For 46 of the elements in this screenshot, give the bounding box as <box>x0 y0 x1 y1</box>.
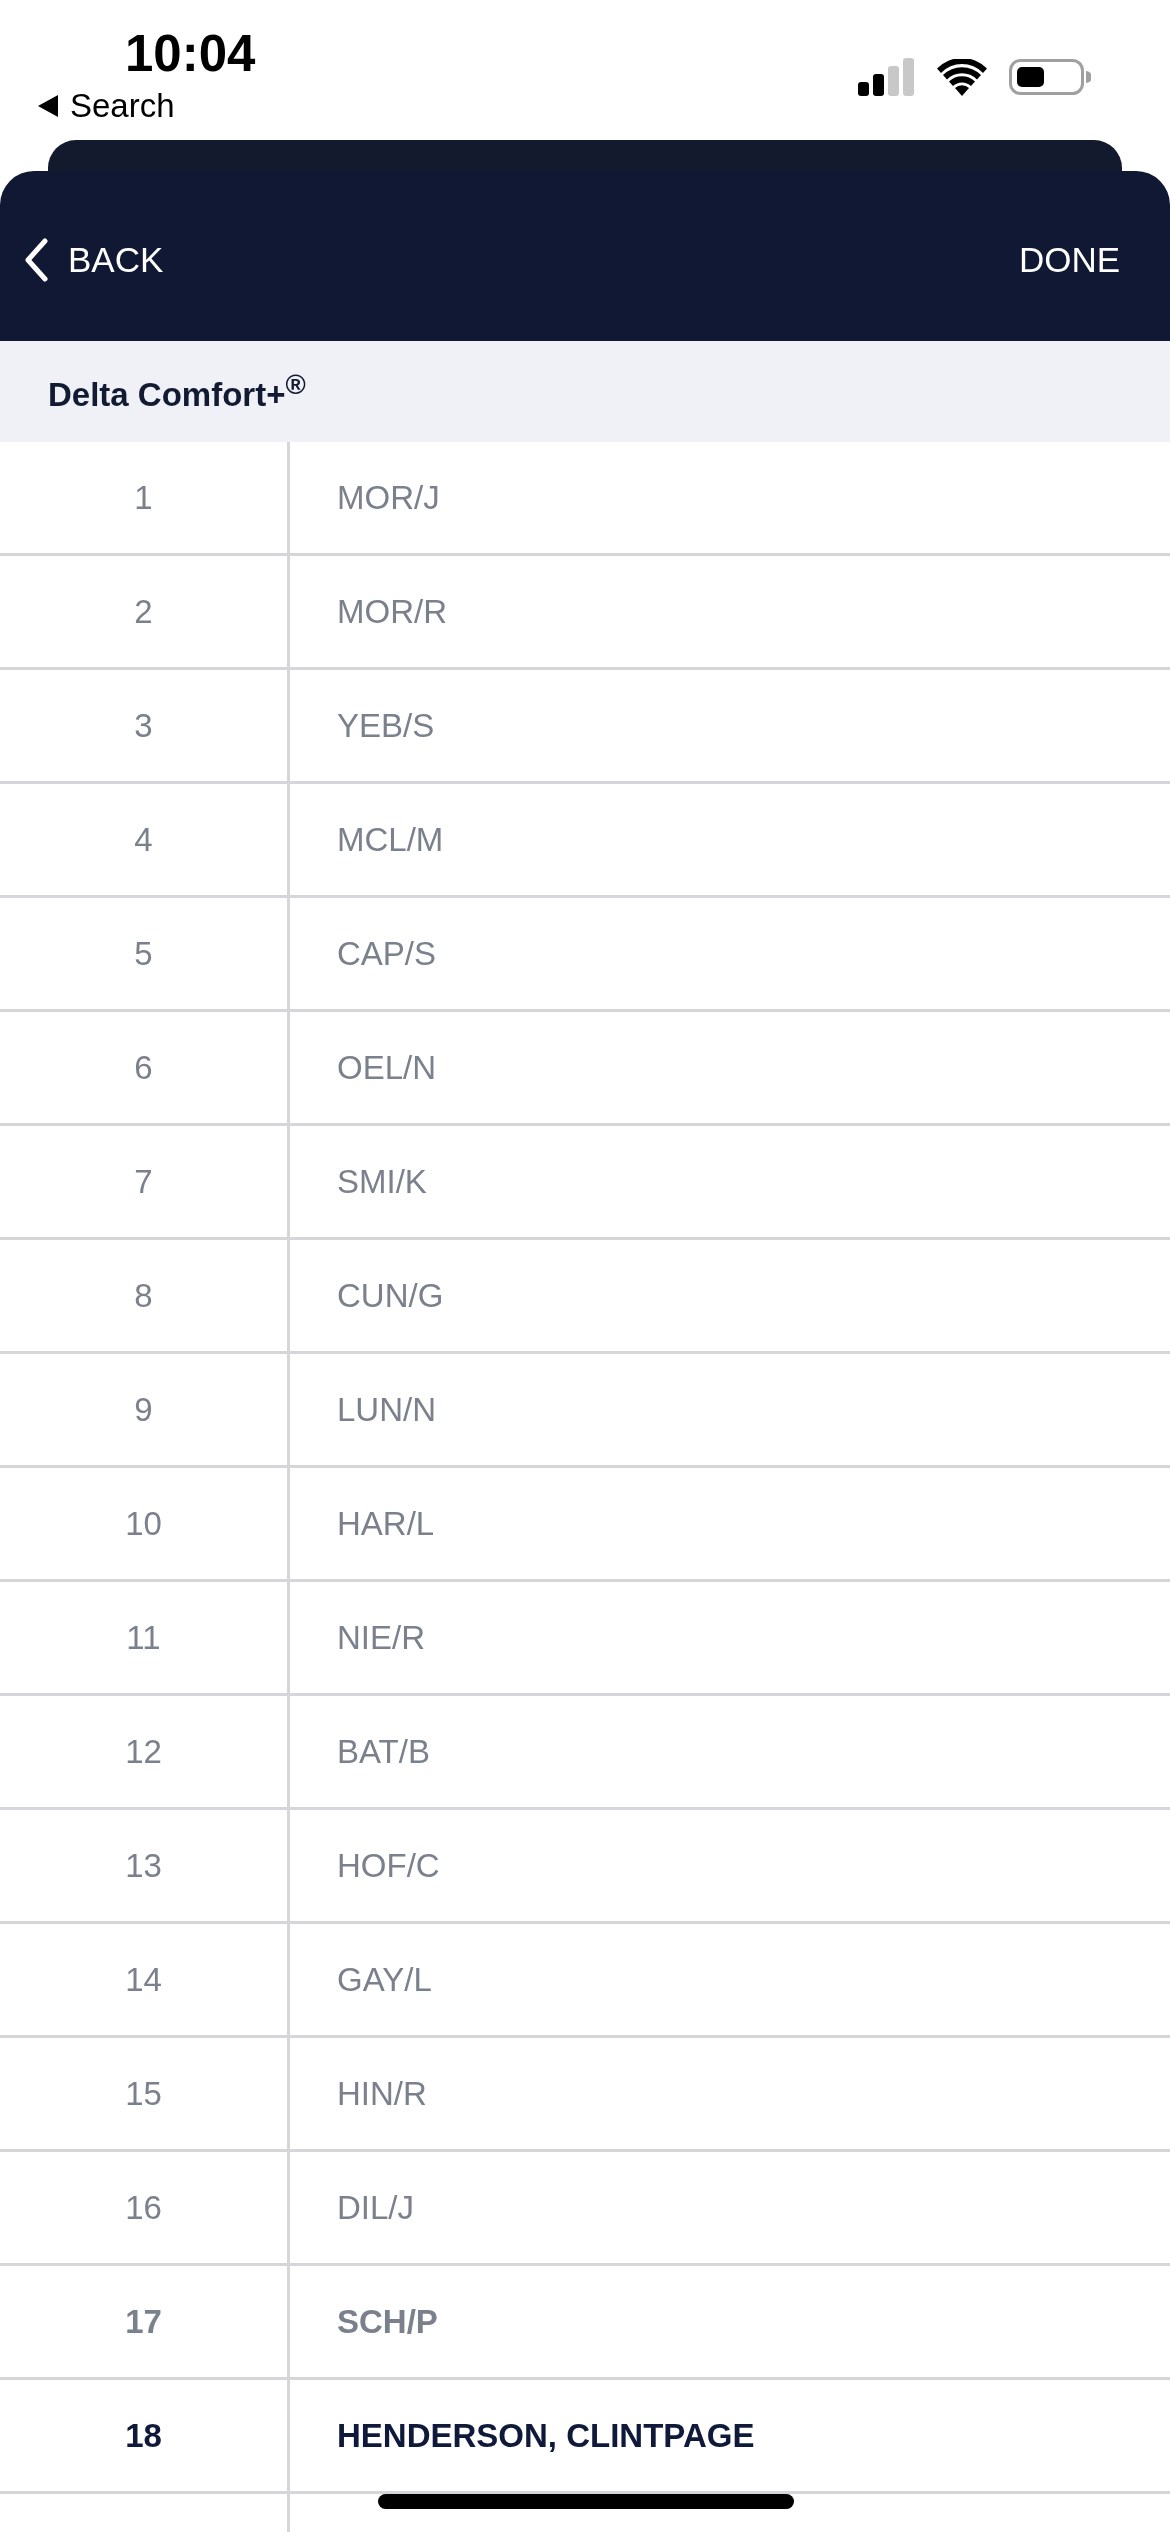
position-number: 12 <box>0 1696 290 1807</box>
passenger-name: HOF/C <box>336 1845 440 1886</box>
passenger-name: YEB/S <box>336 705 435 746</box>
position-number: 8 <box>0 1240 290 1351</box>
battery-icon <box>1009 59 1091 95</box>
status-time: 10:04 <box>125 24 256 84</box>
signal-icon <box>858 58 915 96</box>
position-number: 1 <box>0 442 290 553</box>
position-number: 16 <box>0 2152 290 2263</box>
position-number: 2 <box>0 556 290 667</box>
passenger-name: SCH/P <box>336 2301 438 2342</box>
passenger-name: MOR/R <box>336 591 447 632</box>
position-number: 5 <box>0 898 290 1009</box>
passenger-name: CUN/G <box>336 1275 444 1316</box>
position-number: 15 <box>0 2038 290 2149</box>
position-number: 3 <box>0 670 290 781</box>
passenger-name: NIE/R <box>336 1617 425 1658</box>
passenger-name: MOR/J <box>336 477 440 518</box>
passenger-name: CAP/S <box>336 933 437 974</box>
position-number: 9 <box>0 1354 290 1465</box>
passenger-name: GAY/L <box>336 1959 432 2000</box>
back-triangle-icon <box>38 95 58 117</box>
passenger-name: HAR/L <box>336 1503 435 1544</box>
position-number: 18 <box>0 2380 290 2491</box>
passenger-name: BAT/B <box>336 1731 430 1772</box>
passenger-name: HENDERSON, CLINTPAGE <box>336 2415 755 2456</box>
back-to-search-link[interactable]: Search <box>38 86 175 126</box>
passenger-name: MCL/M <box>336 819 444 860</box>
passenger-name: HIN/R <box>336 2073 427 2114</box>
passenger-name: DIL/J <box>336 2187 415 2228</box>
section-title: Delta Comfort+$^{®}$ <box>48 369 306 414</box>
position-number: 7 <box>0 1126 290 1237</box>
back-button[interactable]: BACK <box>24 237 164 283</box>
position-number: 10 <box>0 1468 290 1579</box>
chevron-left-icon <box>24 238 48 282</box>
wifi-icon <box>937 58 987 96</box>
passenger-name: LUN/N <box>336 1389 437 1430</box>
passenger-name: SMI/K <box>336 1161 427 1202</box>
done-button[interactable]: DONE <box>1018 237 1120 283</box>
position-number: 13 <box>0 1810 290 1921</box>
position-number: 11 <box>0 1582 290 1693</box>
position-number: 17 <box>0 2266 290 2377</box>
passenger-name: OEL/N <box>336 1047 437 1088</box>
position-number: 14 <box>0 1924 290 2035</box>
position-number: 4 <box>0 784 290 895</box>
position-number: 6 <box>0 1012 290 1123</box>
